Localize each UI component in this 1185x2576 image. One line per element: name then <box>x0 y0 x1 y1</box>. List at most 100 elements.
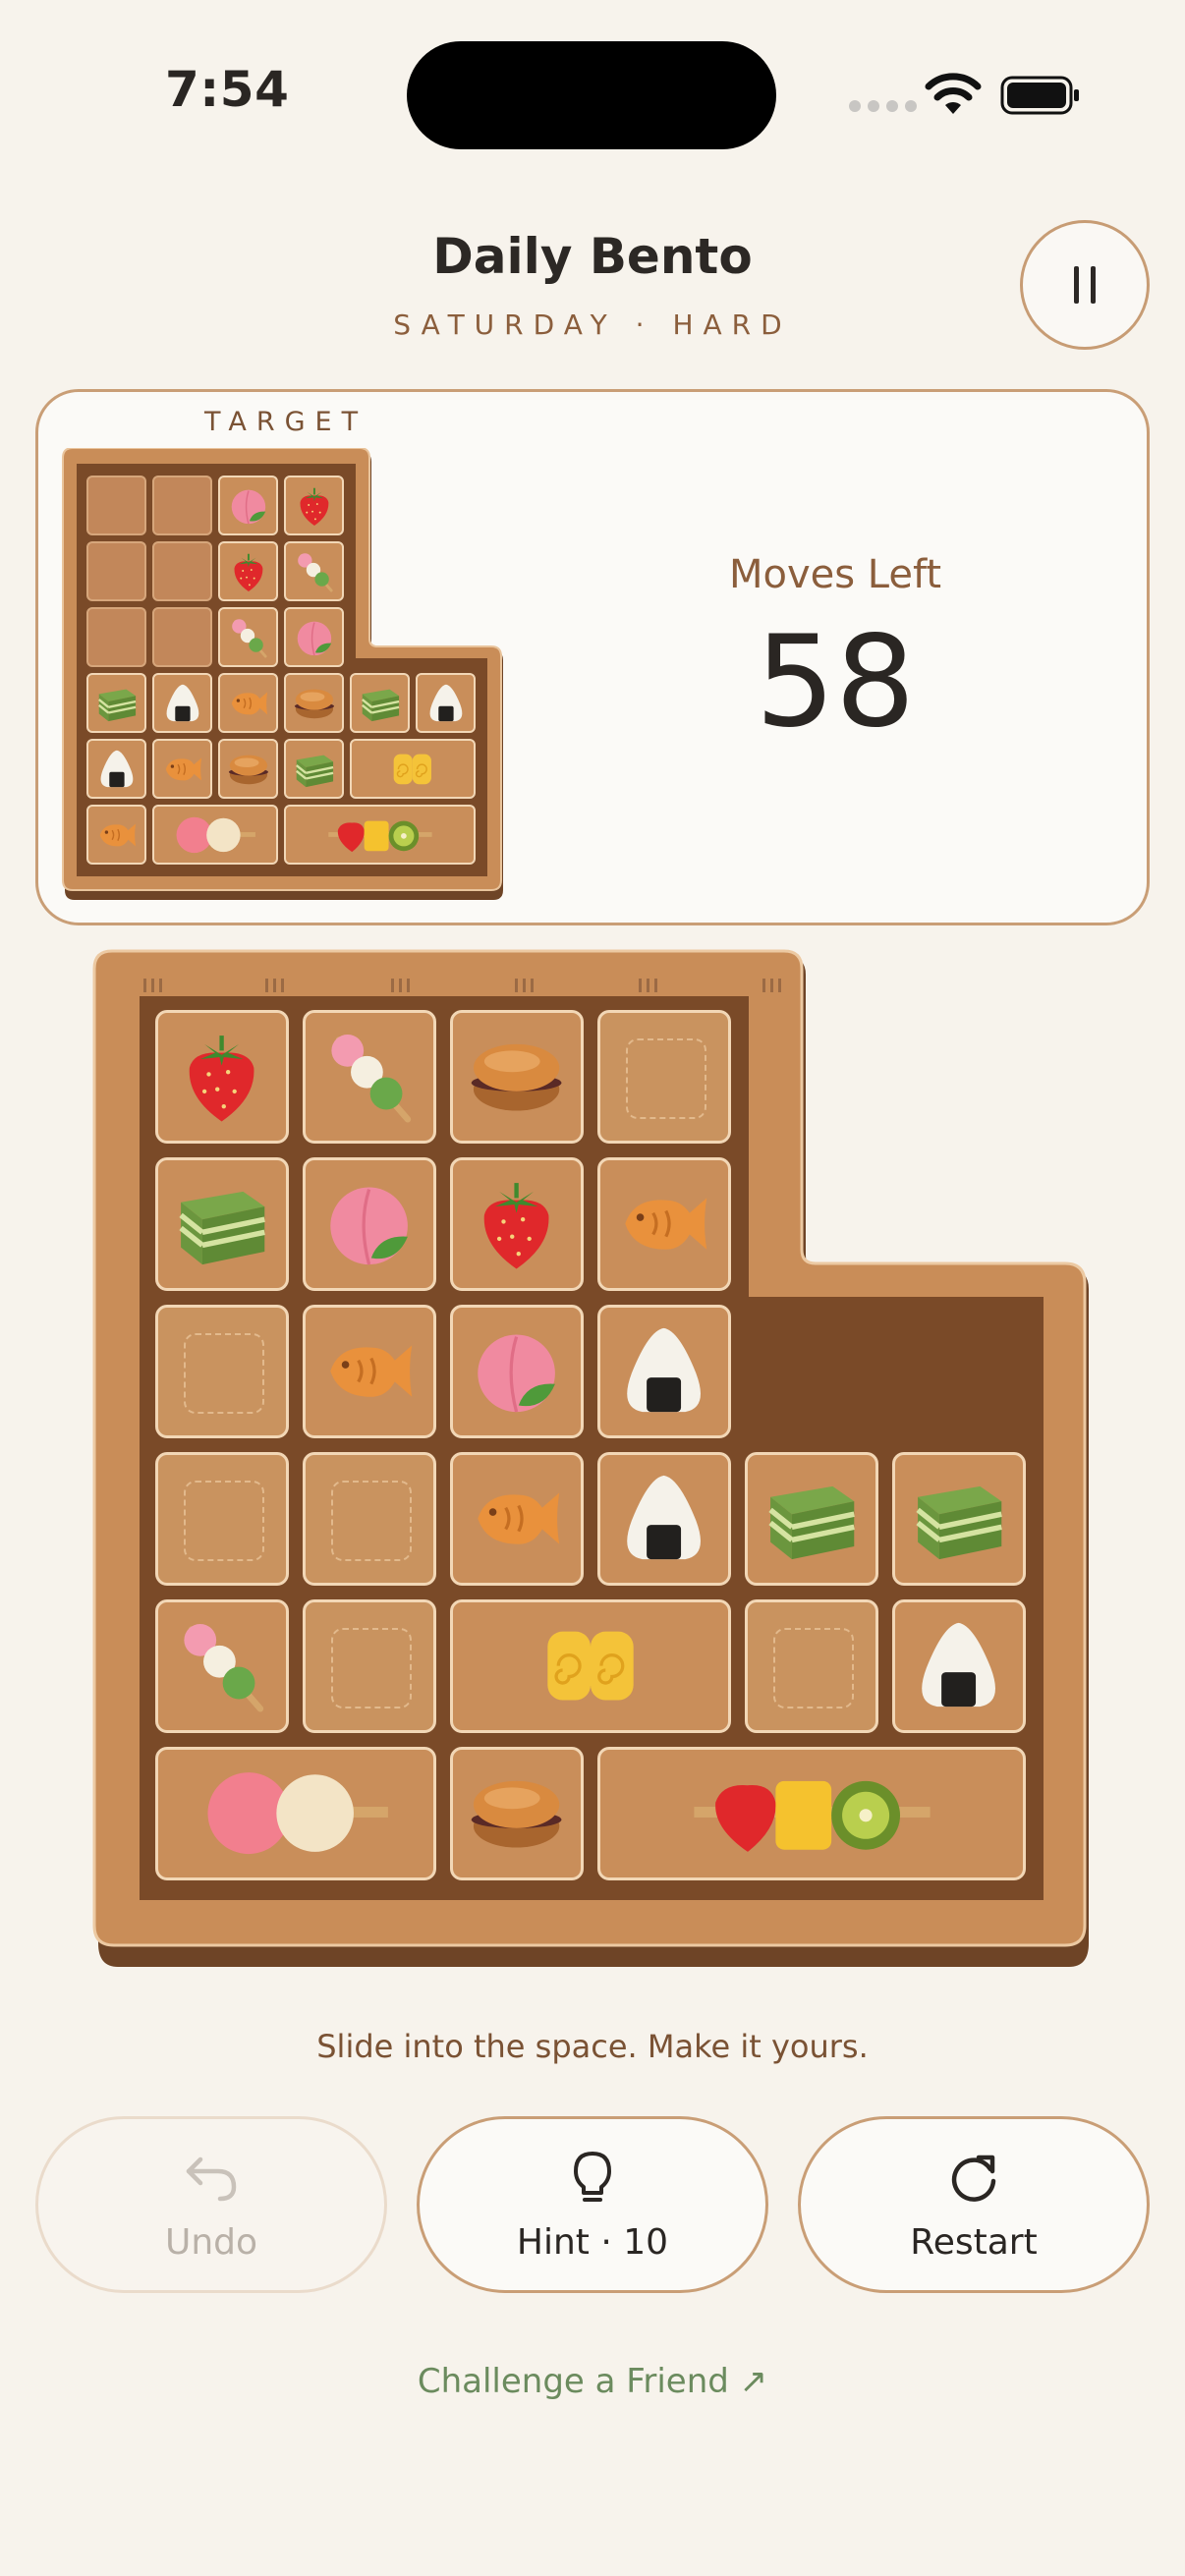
matcha-cake-icon <box>916 1486 1003 1560</box>
dorayaki-icon <box>472 1044 562 1111</box>
dango-tile <box>284 541 344 601</box>
target-label: TARGET <box>204 407 368 437</box>
taiyaki-tile[interactable] <box>597 1157 731 1291</box>
matcha-cake-icon <box>295 755 333 787</box>
fruit-skewer-icon <box>327 820 432 852</box>
peach-tile[interactable] <box>450 1305 584 1438</box>
fruit-skewer-icon <box>693 1781 931 1853</box>
empty-slot[interactable] <box>155 1452 289 1586</box>
taiyaki-tile[interactable] <box>450 1452 584 1586</box>
peach-icon <box>478 1334 556 1413</box>
battery-icon <box>1000 76 1079 115</box>
strawberry-tile <box>284 476 344 535</box>
dango-icon <box>184 1624 264 1712</box>
tamagoyaki-icon <box>547 1632 634 1701</box>
fruit-skewer-tile[interactable] <box>597 1747 1026 1880</box>
hint-button[interactable]: Hint · 10 <box>417 2116 768 2293</box>
dango-icon <box>331 1035 412 1123</box>
matcha-cake-tile <box>284 739 344 799</box>
dorayaki-tile[interactable] <box>450 1747 584 1880</box>
big-dango-tile <box>152 805 278 865</box>
undo-button[interactable]: Undo <box>35 2116 387 2293</box>
matcha-cake-tile[interactable] <box>892 1452 1026 1586</box>
empty-slot <box>86 607 146 667</box>
onigiri-icon <box>429 684 462 721</box>
tamagoyaki-tile[interactable] <box>450 1599 731 1733</box>
tamagoyaki-icon <box>393 754 432 784</box>
peach-icon <box>231 489 265 524</box>
empty-slot[interactable] <box>155 1305 289 1438</box>
matcha-cake-icon <box>97 689 136 721</box>
dorayaki-icon <box>472 1781 562 1848</box>
restart-button[interactable]: Restart <box>798 2116 1150 2293</box>
dynamic-island <box>407 41 776 149</box>
tamagoyaki-tile <box>350 739 476 799</box>
onigiri-icon <box>166 684 198 721</box>
empty-slot[interactable] <box>303 1452 436 1586</box>
matcha-cake-icon <box>768 1486 856 1560</box>
empty-slot <box>152 607 212 667</box>
strawberry-icon <box>484 1183 549 1269</box>
empty-slot[interactable] <box>597 1010 731 1144</box>
onigiri-icon <box>627 1476 702 1560</box>
peach-icon <box>297 621 331 655</box>
dorayaki-tile[interactable] <box>450 1010 584 1144</box>
dorayaki-icon <box>228 755 268 784</box>
dorayaki-icon <box>294 689 334 718</box>
strawberry-tile[interactable] <box>450 1157 584 1291</box>
onigiri-tile[interactable] <box>597 1305 731 1438</box>
matcha-cake-tile <box>86 673 146 733</box>
pause-icon <box>1074 266 1079 304</box>
hint-text: Slide into the space. Make it yours. <box>316 2028 869 2065</box>
fruit-skewer-tile <box>284 805 476 865</box>
dango-tile[interactable] <box>303 1010 436 1144</box>
dorayaki-tile <box>284 673 344 733</box>
page-title: Daily Bento <box>432 228 753 285</box>
dorayaki-tile <box>218 739 278 799</box>
cellular-signal-icon <box>849 100 917 112</box>
strawberry-icon <box>190 1036 254 1122</box>
empty-slot[interactable] <box>745 1599 878 1733</box>
taiyaki-icon <box>478 1492 560 1545</box>
matcha-cake-icon <box>179 1192 266 1265</box>
status-time: 7:54 <box>165 61 290 118</box>
lightbulb-icon <box>574 2151 611 2202</box>
taiyaki-tile <box>152 739 212 799</box>
matcha-cake-tile[interactable] <box>155 1157 289 1291</box>
strawberry-tile <box>218 541 278 601</box>
moves-left-value: 58 <box>755 609 916 756</box>
dango-icon <box>297 552 333 592</box>
matcha-cake-tile[interactable] <box>745 1452 878 1586</box>
difficulty-subtitle: SATURDAY · HARD <box>393 308 792 341</box>
restart-label: Restart <box>910 2221 1038 2263</box>
taiyaki-icon <box>165 757 201 780</box>
taiyaki-tile[interactable] <box>303 1305 436 1438</box>
big-dango-icon <box>176 816 256 853</box>
taiyaki-icon <box>625 1198 707 1251</box>
big-dango-tile[interactable] <box>155 1747 436 1880</box>
empty-slot[interactable] <box>303 1599 436 1733</box>
dango-tile[interactable] <box>155 1599 289 1733</box>
challenge-friend-link[interactable]: Challenge a Friend ↗ <box>0 2362 1185 2401</box>
peach-tile[interactable] <box>303 1157 436 1291</box>
onigiri-icon <box>100 750 133 787</box>
hint-label: Hint · 10 <box>516 2221 669 2263</box>
onigiri-tile <box>416 673 476 733</box>
pause-button[interactable] <box>1020 220 1150 350</box>
matcha-cake-icon <box>361 689 399 721</box>
dango-tile <box>218 607 278 667</box>
onigiri-tile <box>152 673 212 733</box>
wifi-icon <box>925 73 982 114</box>
game-board <box>155 1010 1032 1884</box>
onigiri-tile[interactable] <box>892 1599 1026 1733</box>
taiyaki-tile <box>86 805 146 865</box>
onigiri-icon <box>922 1623 996 1708</box>
empty-slot <box>86 541 146 601</box>
onigiri-tile[interactable] <box>597 1452 731 1586</box>
restart-icon <box>951 2155 996 2202</box>
taiyaki-icon <box>330 1345 413 1398</box>
strawberry-tile[interactable] <box>155 1010 289 1144</box>
empty-slot <box>152 541 212 601</box>
taiyaki-tile <box>218 673 278 733</box>
onigiri-icon <box>627 1328 702 1413</box>
